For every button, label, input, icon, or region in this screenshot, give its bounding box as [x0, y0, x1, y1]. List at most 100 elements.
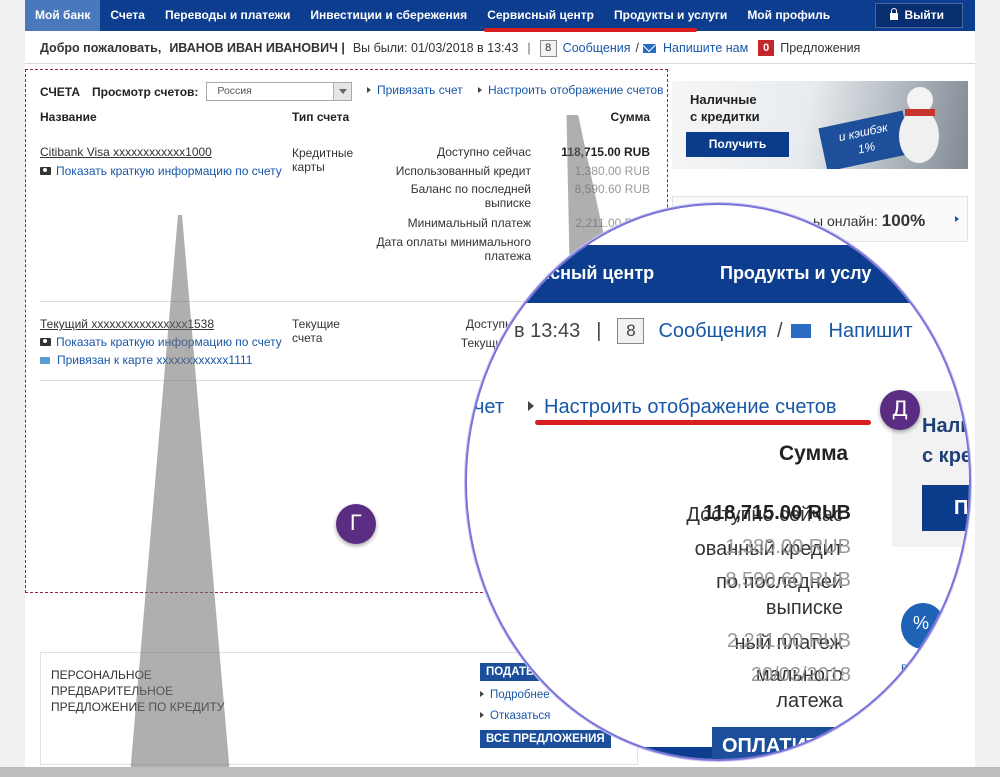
- separator: |: [527, 41, 531, 55]
- magnified-value: 2,211.00 RUB: [726, 630, 851, 652]
- bind-account-link[interactable]: Привязать счет: [367, 83, 463, 97]
- annotation-badge-g: Г: [336, 504, 376, 544]
- magnified-slash: /: [776, 319, 783, 342]
- percent-icon: [901, 603, 945, 649]
- camera-icon: [40, 167, 51, 175]
- linked-card-label: Привязан к карте xxxxxxxxxxxx1111: [57, 353, 253, 367]
- col-type-header: Тип счета: [292, 110, 350, 124]
- nav-products[interactable]: Продукты и услуги: [604, 0, 737, 31]
- card-type-line: карты: [292, 160, 325, 174]
- last-visit: Вы были: 01/03/2018 в 13:43: [352, 41, 519, 55]
- magnified-promo-line: Нали: [922, 415, 971, 437]
- col-sum-header: Сумма: [610, 110, 650, 124]
- top-nav: Мой банк Счета Переводы и платежи Инвест…: [25, 0, 975, 31]
- slash: /: [635, 41, 639, 55]
- magnified-welcome: в 13:43 | 8 Сообщения / Напишит: [514, 318, 913, 344]
- camera-icon: [40, 338, 51, 346]
- magnifier-lens: исный центр Продукты и услу в 13:43 | 8 …: [465, 203, 971, 761]
- annotation-badge-d: Д: [880, 390, 920, 430]
- magnified-time: в 13:43: [514, 319, 581, 342]
- magnified-conversion: вертации: [901, 660, 953, 674]
- chevron-down-icon: [333, 83, 352, 100]
- greeting: Добро пожаловать,: [40, 41, 162, 55]
- bind-account-label: Привязать счет: [377, 83, 463, 97]
- magnified-content: исный центр Продукты и услу в 13:43 | 8 …: [467, 205, 971, 759]
- current-info-link[interactable]: Показать краткую информацию по счету: [40, 335, 282, 349]
- divider: [25, 63, 975, 64]
- get-cash-button[interactable]: Получить: [686, 132, 789, 157]
- help-icon: ?: [940, 689, 954, 703]
- logout-button[interactable]: Выйти: [875, 3, 963, 28]
- messages-count-badge: 8: [539, 39, 557, 57]
- magnified-underline: [535, 420, 871, 425]
- card-type: Кредитные карты: [292, 146, 382, 174]
- card-account-link[interactable]: Citibank Visa xxxxxxxxxxxx1000: [40, 145, 212, 159]
- setup-accounts-label: Настроить отображение счетов: [488, 83, 664, 97]
- accounts-title: СЧЕТА: [40, 84, 81, 99]
- triangle-right-icon: [528, 401, 535, 411]
- magnified-nav-products: Продукты и услу: [720, 263, 872, 283]
- magnified-bind-link: чет: [474, 396, 505, 418]
- user-name: ИВАНОВ ИВАН ИВАНОВИЧ |: [169, 41, 345, 55]
- current-type: Текущие счета: [292, 317, 382, 345]
- annotation-underline: [484, 28, 697, 32]
- magnified-setup-link: Настроить отображение счетов: [544, 396, 837, 418]
- card-account-name[interactable]: Citibank Visa xxxxxxxxxxxx1000: [40, 145, 212, 159]
- promo-title-line: с кредитки: [690, 109, 760, 124]
- view-accounts-label: Просмотр счетов:: [92, 84, 199, 99]
- available-label: Доступно сейчас: [436, 145, 531, 159]
- magnified-value: 8,590.60 RUB: [725, 569, 851, 591]
- card-type-line: Кредитные: [292, 146, 354, 160]
- magnified-links: чет Настроить отображение счетов: [474, 396, 837, 419]
- card-info-link[interactable]: Показать краткую информацию по счету: [40, 164, 282, 178]
- magnified-nav-service: исный центр: [539, 263, 655, 283]
- nav-accounts[interactable]: Счета: [100, 0, 155, 31]
- snowman-image: [897, 87, 941, 165]
- magnified-separator: |: [596, 319, 602, 342]
- magnified-promo-title: Нали с кре: [922, 411, 971, 471]
- write-us-link[interactable]: Напишите нам: [663, 41, 748, 55]
- card-info-label: Показать краткую информацию по счету: [56, 164, 282, 178]
- messages-link[interactable]: Сообщения: [563, 41, 631, 55]
- magnified-nav: исный центр Продукты и услу: [467, 245, 969, 303]
- magnified-promo-button: По: [922, 485, 969, 531]
- magnified-count: 8: [617, 318, 645, 344]
- magnified-value: 118,715.00 RUB: [703, 502, 851, 524]
- magnified-pay-button: ОПЛАТИТ: [712, 727, 912, 759]
- bottom-scrollbar[interactable]: [0, 767, 1000, 777]
- linked-card-link[interactable]: Привязан к карте xxxxxxxxxxxx1111: [40, 353, 252, 367]
- nav-service-center[interactable]: Сервисный центр: [477, 0, 604, 31]
- used-credit-label: Использованный кредит: [395, 164, 531, 178]
- promo-title: Наличные с кредитки: [690, 91, 800, 125]
- magnified-sales: даджи: [879, 692, 917, 706]
- offers-link[interactable]: Предложения: [780, 41, 860, 55]
- logout-label: Выйти: [904, 8, 944, 22]
- country-value: Россия: [217, 85, 252, 97]
- label-line: Баланс по последней: [410, 182, 531, 196]
- chat-icon: [40, 357, 50, 364]
- triangle-right-icon: [367, 87, 371, 93]
- lock-icon: [890, 8, 899, 20]
- accounts-header: СЧЕТА Просмотр счетов: Россия: [40, 82, 353, 101]
- nav-investments[interactable]: Инвестиции и сбережения: [300, 0, 477, 31]
- magnified-value: 20/03/2018: [750, 664, 851, 686]
- nav-profile[interactable]: Мой профиль: [737, 0, 840, 31]
- magnified-label: выписке: [765, 597, 843, 619]
- promo-title-line: Наличные: [690, 92, 757, 107]
- promo-banner[interactable]: Наличные с кредитки Получить и кэшбэк 1%: [672, 81, 968, 169]
- nav-transfers[interactable]: Переводы и платежи: [155, 0, 300, 31]
- magnified-promo-line: с кре: [922, 445, 971, 467]
- setup-accounts-link[interactable]: Настроить отображение счетов: [478, 83, 663, 97]
- magnified-value: 1,380.00 RUB: [725, 536, 851, 558]
- country-select[interactable]: Россия: [206, 82, 353, 101]
- magnified-label: латежа: [776, 690, 843, 712]
- col-name-header: Название: [40, 110, 97, 124]
- nav-my-bank[interactable]: Мой банк: [25, 0, 101, 31]
- magnified-messages: Сообщения: [658, 319, 767, 342]
- current-type-line: Текущие: [292, 317, 340, 331]
- magnified-write: Напишит: [828, 319, 913, 342]
- mail-icon: [790, 324, 811, 338]
- offers-count-badge: 0: [758, 40, 775, 56]
- magnified-sum-header: Сумма: [779, 442, 849, 465]
- welcome-bar: Добро пожаловать, ИВАНОВ ИВАН ИВАНОВИЧ |…: [40, 37, 860, 59]
